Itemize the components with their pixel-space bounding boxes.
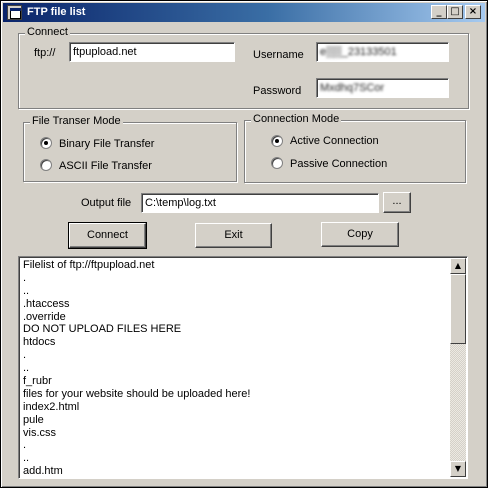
file-list[interactable]: Filelist of ftp://ftpupload.net... .htacc…	[18, 256, 468, 479]
copy-button[interactable]: Copy	[321, 222, 399, 247]
list-item[interactable]: f_rubr	[23, 375, 449, 388]
password-input[interactable]: Mxdhq7SCor	[316, 78, 449, 98]
window-title: FTP file list	[27, 6, 86, 18]
ftp-file-list-window: FTP file list _ □ × Connect ftp:// ftpup…	[0, 0, 488, 488]
username-input[interactable]: e▒▒_23133501	[316, 42, 449, 62]
output-file-input[interactable]: C:\temp\log.txt	[141, 193, 379, 213]
list-item[interactable]: .override	[23, 311, 449, 324]
list-item[interactable]: .htaccess	[23, 298, 449, 311]
list-item[interactable]: .	[23, 439, 449, 452]
scroll-down-button[interactable]: ▼	[450, 461, 466, 477]
list-item[interactable]: htdocs	[23, 336, 449, 349]
passive-connection-label[interactable]: Passive Connection	[290, 158, 387, 170]
list-item[interactable]: pule	[23, 414, 449, 427]
list-item[interactable]: ..	[23, 452, 449, 465]
list-item[interactable]: Filelist of ftp://ftpupload.net	[23, 259, 449, 272]
browse-button[interactable]: ...	[383, 192, 411, 213]
list-item[interactable]: index2.html	[23, 401, 449, 414]
ascii-transfer-radio[interactable]	[40, 159, 52, 171]
binary-transfer-radio[interactable]	[40, 137, 52, 149]
list-item[interactable]: .	[23, 349, 449, 362]
list-item[interactable]: files for your website should be uploade…	[23, 388, 449, 401]
close-button[interactable]: ×	[465, 5, 481, 19]
app-icon	[7, 5, 22, 20]
scroll-thumb[interactable]	[450, 274, 466, 344]
title-bar[interactable]: FTP file list _ □ ×	[3, 3, 485, 22]
connection-mode-group-label: Connection Mode	[251, 113, 342, 125]
connection-mode-group: Connection Mode	[244, 113, 466, 183]
username-label: Username	[253, 49, 304, 61]
minimize-button[interactable]: _	[431, 5, 447, 19]
username-value: e▒▒_23133501	[320, 46, 397, 58]
ascii-transfer-label[interactable]: ASCII File Transfer	[59, 160, 152, 172]
active-connection-label[interactable]: Active Connection	[290, 135, 379, 147]
list-item[interactable]: ..	[23, 285, 449, 298]
maximize-button[interactable]: □	[447, 5, 463, 19]
host-input[interactable]: ftpupload.net	[69, 42, 235, 62]
list-item[interactable]: vis.css	[23, 427, 449, 440]
connect-group-label: Connect	[25, 26, 70, 38]
password-label: Password	[253, 85, 302, 97]
list-item[interactable]: add.htm	[23, 465, 449, 478]
binary-transfer-label[interactable]: Binary File Transfer	[59, 138, 154, 150]
scroll-up-button[interactable]: ▲	[450, 258, 466, 274]
password-value: Mxdhq7SCor	[320, 82, 385, 94]
list-item[interactable]: DO NOT UPLOAD FILES HERE	[23, 323, 449, 336]
file-list-scrollbar[interactable]: ▲ ▼	[450, 258, 466, 477]
connect-button[interactable]: Connect	[68, 222, 147, 249]
active-connection-radio[interactable]	[271, 135, 283, 147]
ftp-prefix-label: ftp://	[34, 47, 56, 59]
list-item[interactable]: ..	[23, 362, 449, 375]
transfer-mode-group: File Transer Mode	[23, 115, 237, 182]
file-list-lines: Filelist of ftp://ftpupload.net... .htacc…	[23, 259, 449, 478]
transfer-mode-group-label: File Transer Mode	[30, 115, 123, 127]
output-file-label: Output file	[81, 197, 132, 209]
exit-button[interactable]: Exit	[195, 223, 272, 248]
list-item[interactable]: .	[23, 272, 449, 285]
passive-connection-radio[interactable]	[271, 157, 283, 169]
